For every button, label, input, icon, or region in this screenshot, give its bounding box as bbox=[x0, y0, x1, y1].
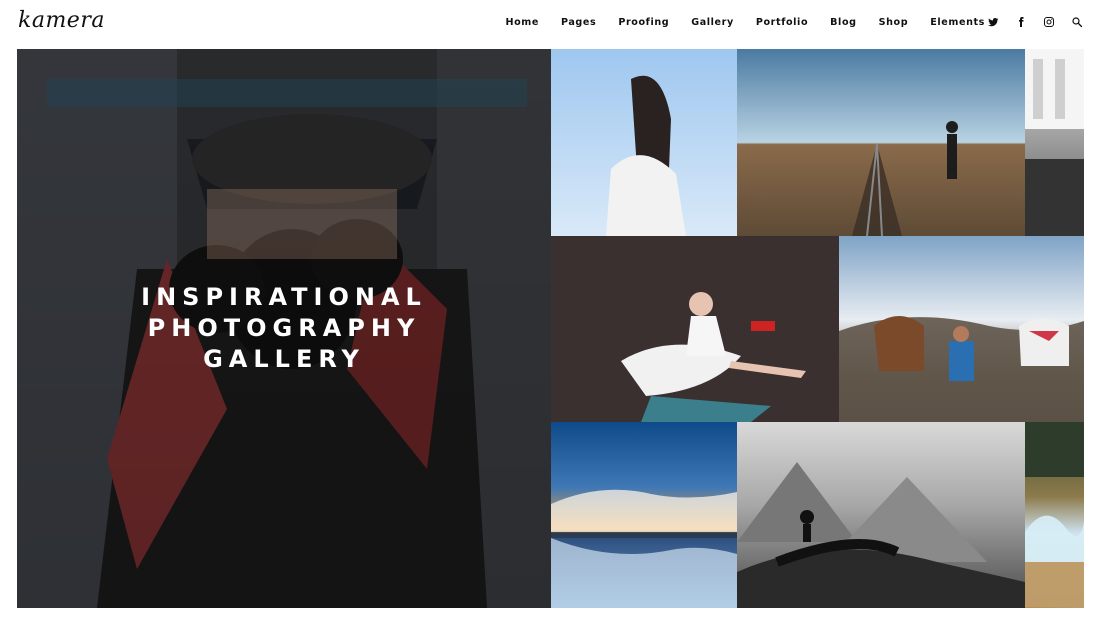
facebook-icon[interactable] bbox=[1014, 15, 1028, 29]
horses-mountain-photo bbox=[839, 316, 1084, 422]
nav-shop[interactable]: Shop bbox=[879, 17, 909, 28]
nav-blog[interactable]: Blog bbox=[830, 17, 856, 28]
twitter-icon[interactable] bbox=[986, 15, 1000, 29]
gallery-tile-7[interactable] bbox=[737, 422, 1025, 608]
ballerina-photo bbox=[551, 236, 839, 422]
nav-portfolio[interactable]: Portfolio bbox=[756, 17, 808, 28]
nav-proofing[interactable]: Proofing bbox=[618, 17, 669, 28]
gallery-tile-6[interactable] bbox=[551, 422, 737, 608]
site-header: kamera Home Pages Proofing Gallery Portf… bbox=[0, 0, 1100, 48]
nav-gallery[interactable]: Gallery bbox=[691, 17, 734, 28]
woman-hair-wind-photo bbox=[606, 75, 686, 236]
hero-title-line-2: PHOTOGRAPHY bbox=[147, 314, 421, 342]
gallery-tile-4[interactable] bbox=[551, 236, 839, 422]
mountain-jump-bw-photo bbox=[737, 462, 1025, 608]
gallery-tile-3[interactable] bbox=[1025, 49, 1084, 236]
site-logo[interactable]: kamera bbox=[18, 8, 105, 33]
gallery-tile-8[interactable] bbox=[1025, 422, 1084, 608]
main-nav: Home Pages Proofing Gallery Portfolio Bl… bbox=[483, 17, 985, 28]
nav-pages[interactable]: Pages bbox=[561, 17, 596, 28]
hero-title-line-1: INSPIRATIONAL bbox=[141, 283, 427, 311]
gallery-tile-1[interactable] bbox=[551, 49, 737, 236]
sunset-reflection-photo bbox=[551, 489, 737, 608]
search-icon[interactable] bbox=[1070, 15, 1084, 29]
hero-title: INSPIRATIONAL PHOTOGRAPHY GALLERY bbox=[17, 282, 551, 375]
gallery-tile-5[interactable] bbox=[839, 236, 1084, 422]
smoke-field-photo bbox=[1025, 422, 1084, 608]
building-bw-photo bbox=[1025, 49, 1084, 236]
instagram-icon[interactable] bbox=[1042, 15, 1056, 29]
header-icons bbox=[986, 15, 1084, 29]
gallery-tile-2[interactable] bbox=[737, 49, 1025, 236]
nav-home[interactable]: Home bbox=[505, 17, 539, 28]
hero-photo[interactable]: INSPIRATIONAL PHOTOGRAPHY GALLERY bbox=[17, 49, 551, 608]
nav-elements[interactable]: Elements bbox=[930, 17, 985, 28]
hero-title-line-3: GALLERY bbox=[203, 345, 365, 373]
photo-gallery: INSPIRATIONAL PHOTOGRAPHY GALLERY bbox=[17, 49, 1084, 608]
railroad-walker-photo bbox=[852, 121, 958, 236]
